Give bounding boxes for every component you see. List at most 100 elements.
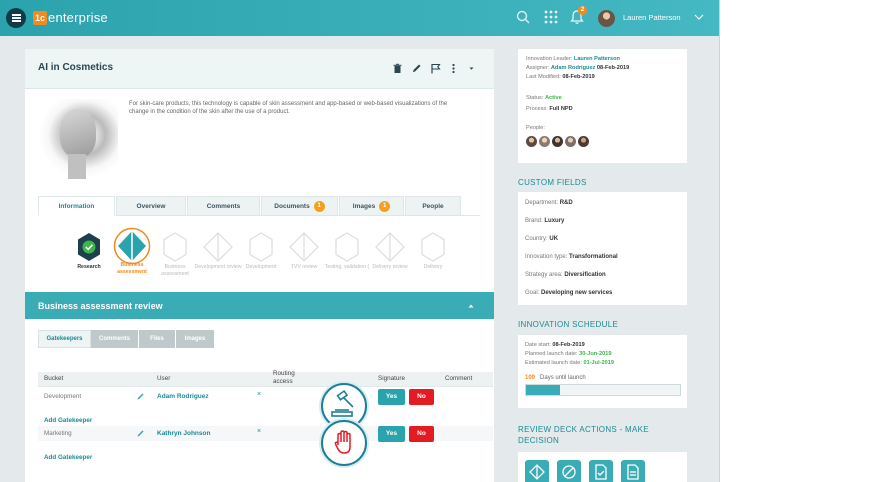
check-hexagon-icon <box>78 233 100 261</box>
column-header: Routing access <box>273 370 295 385</box>
gatekeeper-user[interactable]: Adam Rodriguez <box>157 393 209 400</box>
idea-title: AI in Cosmetics <box>38 62 114 73</box>
tab-count-badge: 1 <box>313 200 325 212</box>
tab-documents[interactable]: Documents 1 <box>261 196 338 215</box>
stage-gate-progress: Research Business assessment Business as… <box>65 227 485 287</box>
hexagon-icon <box>335 232 359 262</box>
reject-button[interactable]: No <box>409 389 434 405</box>
stage-development-review[interactable]: Development review <box>194 232 242 271</box>
user-name[interactable]: Lauren Patterson <box>623 13 681 22</box>
search-icon[interactable] <box>515 9 531 25</box>
schedule-heading: INNOVATION SCHEDULE <box>518 320 619 329</box>
idea-tabs: Information Overview Comments Documents 1… <box>38 196 480 216</box>
caret-down-icon[interactable] <box>466 63 477 74</box>
diamond-icon <box>375 232 405 262</box>
document-icon <box>627 464 639 480</box>
stage-delivery[interactable]: Delivery <box>409 232 457 271</box>
deck-actions-heading: REVIEW DECK ACTIONS - MAKE DECISION <box>518 425 649 445</box>
stage-development[interactable]: Development <box>237 232 285 271</box>
assigner-link[interactable]: Adam Rodriguez <box>551 65 595 71</box>
subtab-comments[interactable]: Comments <box>91 330 139 348</box>
column-header: Bucket <box>44 375 64 382</box>
stage-testing-validation[interactable]: Testing, validation ( <box>323 232 371 271</box>
reject-button[interactable]: No <box>409 426 434 442</box>
idea-card-header: AI in Cosmetics <box>25 49 494 89</box>
deck-action-button[interactable] <box>557 460 581 482</box>
table-header: Bucket User Routing access Signature Com… <box>38 370 493 387</box>
more-vertical-icon[interactable] <box>448 63 459 74</box>
pencil-icon[interactable] <box>136 392 145 401</box>
document-icon <box>595 464 607 480</box>
add-gatekeeper-link[interactable]: Add Gatekeeper <box>44 417 92 424</box>
leader-link[interactable]: Lauren Patterson <box>574 56 620 62</box>
approve-button[interactable]: Yes <box>378 389 405 405</box>
pencil-icon[interactable] <box>411 63 422 74</box>
deck-action-button[interactable] <box>525 460 549 482</box>
review-section-header[interactable]: Business assessment review <box>25 292 494 319</box>
approve-button[interactable]: Yes <box>378 426 405 442</box>
user-avatar[interactable] <box>598 10 615 27</box>
deck-action-button[interactable] <box>589 460 613 482</box>
subtab-images[interactable]: Images <box>176 330 215 348</box>
app-logo[interactable]: 1c enterprise <box>33 10 108 25</box>
diamond-stage-icon <box>529 464 545 480</box>
tab-people[interactable]: People <box>405 196 461 215</box>
launch-progress-bar <box>525 384 681 396</box>
top-bar: 1c enterprise 2 Lauren Patterson <box>0 0 719 36</box>
tab-information[interactable]: Information <box>38 196 115 216</box>
diamond-icon <box>203 232 233 262</box>
caret-up-icon[interactable] <box>468 303 474 309</box>
tab-comments[interactable]: Comments <box>187 196 260 215</box>
stage-business-assessment-review[interactable]: Business assessment <box>151 232 199 278</box>
avatar[interactable] <box>526 136 537 147</box>
chevron-down-icon[interactable] <box>694 12 704 22</box>
remove-icon[interactable]: × <box>257 428 261 435</box>
avatar[interactable] <box>552 136 563 147</box>
column-header: Comment <box>445 375 473 382</box>
column-header: User <box>157 375 171 382</box>
apps-grid-icon[interactable] <box>543 9 559 25</box>
subtab-files[interactable]: Files <box>139 330 176 348</box>
tab-images[interactable]: Images 1 <box>339 196 404 215</box>
diamond-stage-icon <box>113 227 151 265</box>
idea-info-panel: Innovation Leader: Lauren Patterson Assi… <box>518 49 687 163</box>
avatar[interactable] <box>578 136 589 147</box>
trash-icon[interactable] <box>392 63 403 74</box>
subtab-gatekeepers[interactable]: Gatekeepers <box>38 330 91 348</box>
tab-count-badge: 1 <box>379 200 391 212</box>
idea-image <box>38 99 118 179</box>
stage-business-assessment[interactable]: Business assessment <box>108 227 156 276</box>
review-subtabs: Gatekeepers Comments Files Images <box>38 330 215 348</box>
days-count: 109 <box>525 375 536 381</box>
diamond-icon <box>289 232 319 262</box>
people-avatars <box>526 136 679 147</box>
idea-description: For skin-care products, this technology … <box>129 101 448 115</box>
status-badge: Active <box>544 95 562 101</box>
avatar[interactable] <box>539 136 550 147</box>
hamburger-menu-icon[interactable] <box>6 8 26 28</box>
custom-fields-heading: CUSTOM FIELDS <box>518 178 587 187</box>
block-icon <box>562 465 576 479</box>
remove-icon[interactable]: × <box>257 391 261 398</box>
tab-overview[interactable]: Overview <box>116 196 186 215</box>
hexagon-icon <box>249 232 273 262</box>
custom-fields-panel: Department: R&D Brand: Luxury Country: U… <box>518 192 687 305</box>
avatar[interactable] <box>565 136 576 147</box>
deck-actions-panel <box>518 452 687 482</box>
schedule-panel: Date start: 08-Feb-2019 Planned launch d… <box>518 335 687 408</box>
pencil-icon[interactable] <box>136 429 145 438</box>
flag-icon[interactable] <box>430 63 441 74</box>
deck-action-button[interactable] <box>621 460 645 482</box>
idea-card: AI in Cosmetics For skin-care products, … <box>25 49 494 482</box>
gatekeeper-user[interactable]: Kathryn Johnson <box>157 430 210 437</box>
stage-delivery-review[interactable]: Delivery review <box>366 232 414 271</box>
hexagon-icon <box>163 232 187 262</box>
notification-count-badge: 2 <box>578 6 587 15</box>
app-window: 1c enterprise 2 Lauren Patterson AI in C… <box>0 0 720 482</box>
stage-research[interactable]: Research <box>65 232 113 271</box>
hand-stop-icon <box>321 420 367 466</box>
launch-progress-fill <box>526 385 560 395</box>
stage-tvv-review[interactable]: TVV review <box>280 232 328 271</box>
add-gatekeeper-link[interactable]: Add Gatekeeper <box>44 454 92 461</box>
column-header: Signature <box>378 375 405 382</box>
